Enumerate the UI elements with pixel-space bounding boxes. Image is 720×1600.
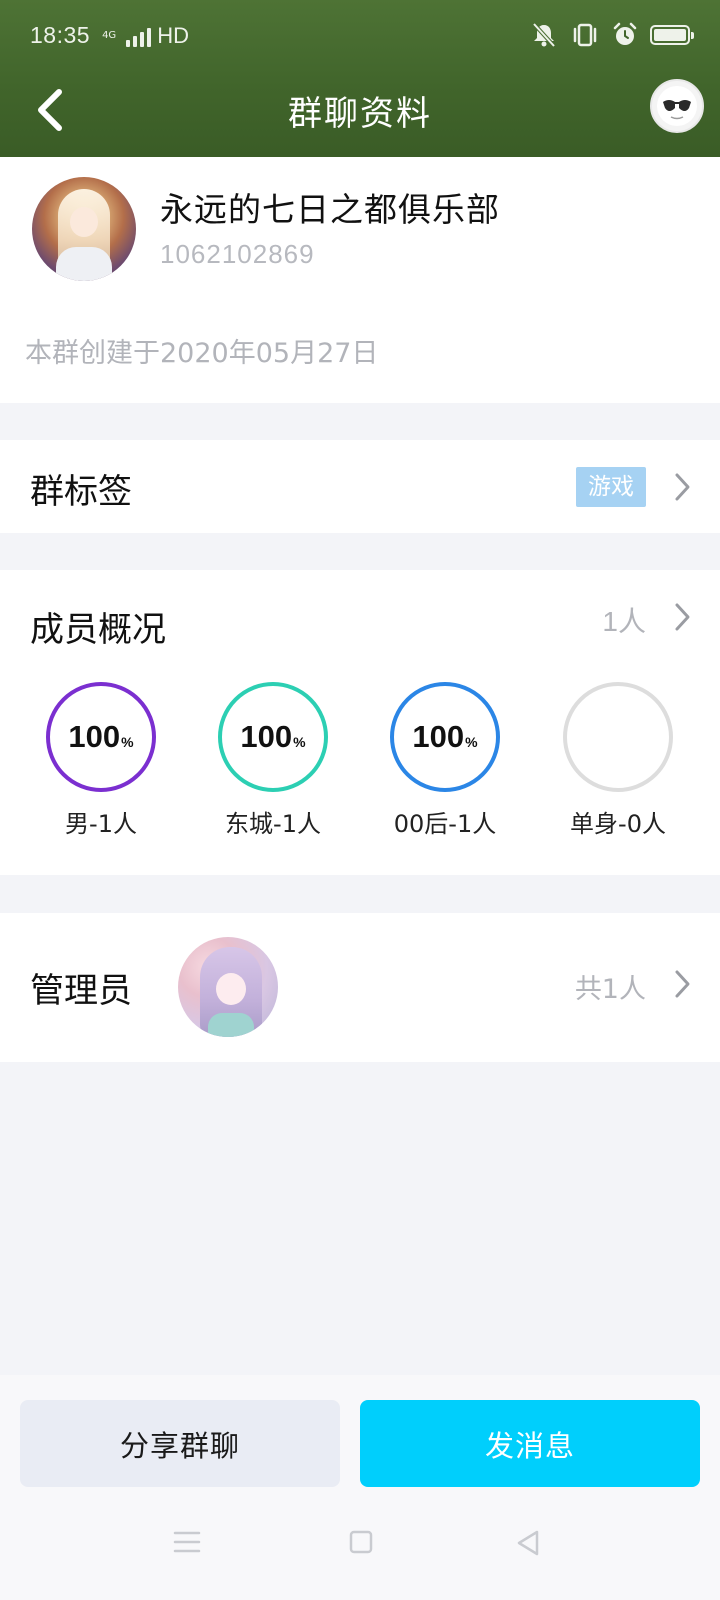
stat-unit: % [293,734,306,750]
stat-value: 100 [68,719,121,754]
stat-label: 东城-1人 [225,810,321,838]
group-created-date: 本群创建于2020年05月27日 [25,338,379,369]
user-avatar[interactable] [650,79,704,133]
group-info-card: 永远的七日之都俱乐部 1062102869 本群创建于2020年05月27日 [0,157,720,403]
member-count[interactable]: 1人 [602,600,646,640]
stat-ring [563,682,673,792]
stat-label: 00后-1人 [393,810,497,838]
vibrate-icon [573,23,597,47]
back-key-icon[interactable] [515,1529,541,1557]
mute-bell-icon [532,22,556,48]
header: 18:35 4G HD 群聊资料 [0,0,720,157]
stat-single: 单身-0人 [533,682,703,839]
sunglasses-avatar-icon [657,86,697,126]
network-type: 4G [102,30,117,41]
system-nav-bar [0,1515,720,1575]
stat-location: 100% 东城-1人 [188,682,358,839]
signal-icon [126,25,152,47]
admin-row[interactable]: 管理员 共1人 [0,913,720,1062]
stat-value: 100 [412,719,465,754]
page-title: 群聊资料 [288,94,432,134]
chevron-right-icon [675,970,690,998]
stat-unit: % [121,734,134,750]
home-key-icon[interactable] [348,1529,374,1555]
status-time: 18:35 [30,22,91,48]
status-bar: 18:35 4G HD [0,0,720,72]
stat-unit: % [465,734,478,750]
group-tag-label: 群标签 [30,472,132,512]
group-id: 1062102869 [160,239,315,269]
admin-label: 管理员 [30,971,132,1011]
battery-icon [650,25,694,45]
stat-gender: 100% 男-1人 [16,682,186,839]
send-message-button[interactable]: 发消息 [360,1400,700,1487]
members-overview-label: 成员概况 [30,610,166,650]
group-tag-badge: 游戏 [576,467,646,507]
hd-indicator: HD [157,22,189,48]
alarm-icon [613,22,637,45]
stat-ring: 100% [390,682,500,792]
group-avatar[interactable] [32,177,136,281]
share-group-button[interactable]: 分享群聊 [20,1400,340,1487]
admin-count: 共1人 [574,974,646,1005]
admin-avatar[interactable] [178,937,278,1037]
bottom-action-bar: 分享群聊 发消息 [0,1375,720,1600]
stat-value: 100 [240,719,293,754]
stat-label: 单身-0人 [570,810,666,838]
nav-bar: 群聊资料 [0,72,720,157]
stat-label: 男-1人 [65,810,137,838]
group-tag-row[interactable]: 群标签 游戏 [0,440,720,533]
stat-ring: 100% [218,682,328,792]
menu-key-icon[interactable] [172,1529,202,1555]
group-name: 永远的七日之都俱乐部 [160,190,500,229]
chevron-right-icon [675,473,690,501]
stat-age: 100% 00后-1人 [360,682,530,839]
stat-ring: 100% [46,682,156,792]
members-overview-card: 成员概况 1人 100% 男-1人 100% 东城-1人 100% 00后-1人… [0,570,720,875]
chevron-right-icon[interactable] [672,600,694,634]
